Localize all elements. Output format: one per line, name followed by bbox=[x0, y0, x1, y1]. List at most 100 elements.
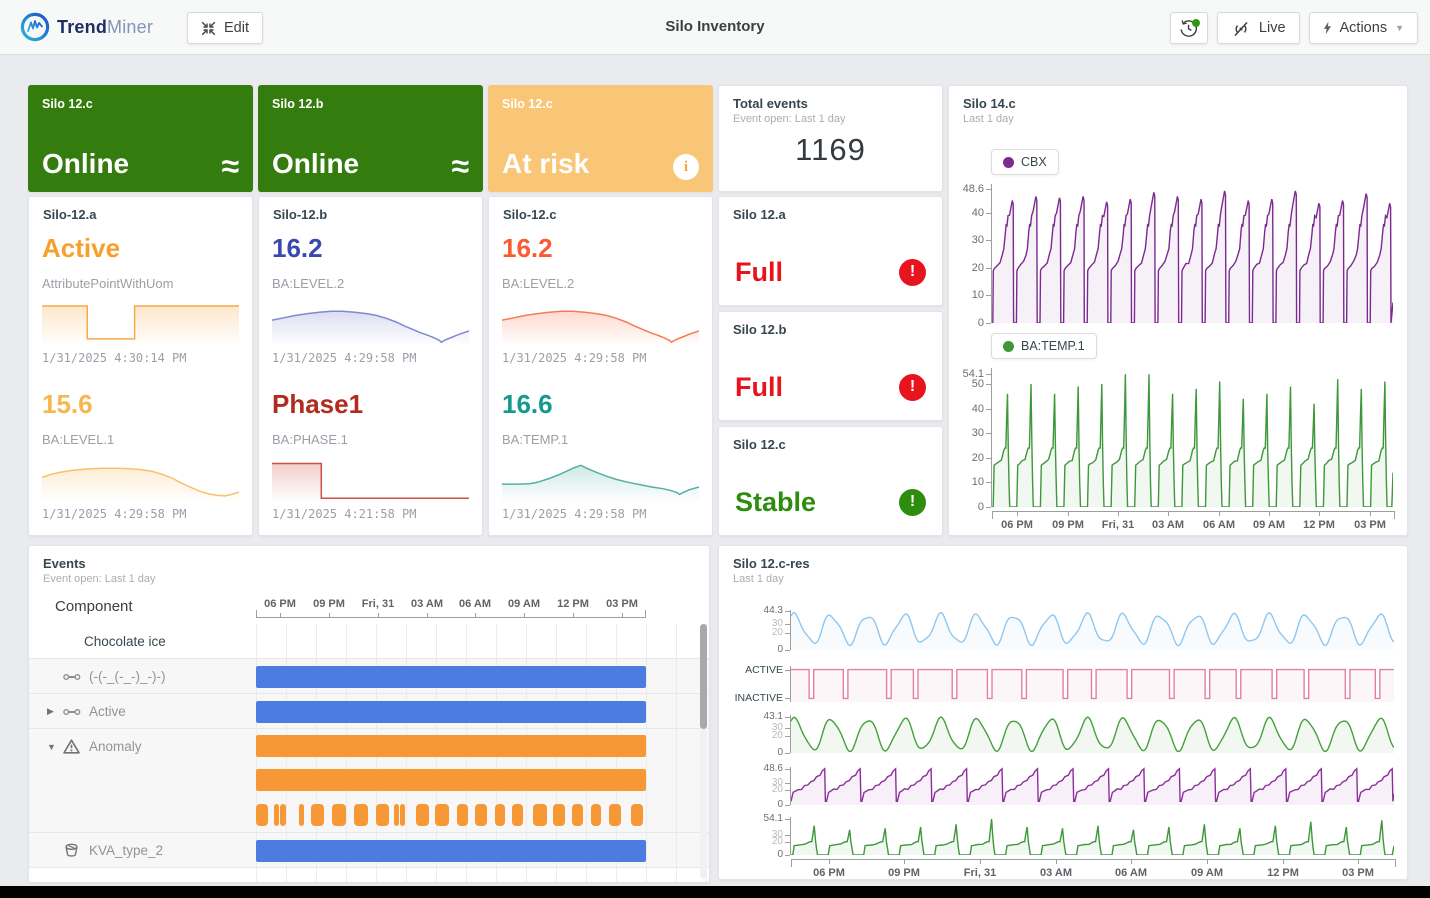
gantt-segment[interactable] bbox=[394, 804, 399, 826]
event-row-partial[interactable] bbox=[29, 868, 709, 882]
banner-title: Silo 12.b bbox=[272, 97, 323, 111]
gantt-segment[interactable] bbox=[572, 804, 584, 826]
x-axis-tick-label: 03 PM bbox=[1342, 867, 1374, 879]
event-row-kva-type-2[interactable]: KVA_type_2 bbox=[29, 833, 709, 868]
gantt-segment[interactable] bbox=[435, 804, 448, 826]
gantt-segment[interactable] bbox=[533, 804, 546, 826]
gantt-segment[interactable] bbox=[376, 804, 389, 826]
legend-chip-cbx[interactable]: CBX bbox=[991, 149, 1059, 175]
tile-silo-12b-banner[interactable]: Silo 12.b Online ≈ bbox=[258, 85, 483, 192]
strip-chart-res5[interactable] bbox=[791, 817, 1394, 855]
tile-silo-12a-status[interactable]: Silo 12.a Full ! bbox=[718, 196, 943, 306]
y-axis-tick-label: 20 bbox=[772, 836, 783, 848]
gantt-segment[interactable] bbox=[299, 804, 304, 826]
gantt-segment[interactable] bbox=[495, 804, 505, 826]
y-axis-tick-label: 0 bbox=[978, 501, 984, 513]
tile-silo-12c-risk-banner[interactable]: Silo 12.c At risk i bbox=[488, 85, 713, 192]
metric-label: BA:LEVEL.2 bbox=[502, 276, 574, 291]
gantt-segment[interactable] bbox=[475, 804, 487, 826]
lightning-icon bbox=[1323, 21, 1332, 35]
banner-value: Online bbox=[272, 148, 359, 180]
tile-silo-14c[interactable]: Silo 14.c Last 1 day CBX 48.6403020100 B… bbox=[948, 85, 1408, 536]
gantt-segment[interactable] bbox=[631, 804, 643, 826]
x-axis-tick-label: 03 AM bbox=[1040, 867, 1072, 879]
caret-down-icon[interactable]: ▼ bbox=[47, 742, 63, 752]
chart-cbx[interactable] bbox=[992, 184, 1393, 323]
event-row-chocolate-ice[interactable]: Chocolate ice bbox=[29, 624, 709, 659]
status-value: Stable bbox=[735, 487, 816, 518]
tile-silo-12c-metrics[interactable]: Silo-12.c 16.2 BA:LEVEL.2 1/31/2025 4:29… bbox=[488, 196, 713, 536]
tile-silo-12c-banner[interactable]: Silo 12.c Online ≈ bbox=[28, 85, 253, 192]
gantt-segment[interactable] bbox=[591, 804, 601, 826]
y-axis-tick-label: 10 bbox=[972, 289, 984, 301]
gantt-segment[interactable] bbox=[274, 804, 280, 826]
legend-dot bbox=[1003, 341, 1014, 352]
gantt-bar[interactable] bbox=[256, 769, 646, 791]
tile-silo-12b-status[interactable]: Silo 12.b Full ! bbox=[718, 311, 943, 421]
gantt-segments[interactable] bbox=[256, 797, 709, 833]
gantt-segment[interactable] bbox=[400, 804, 406, 826]
gantt-segment[interactable] bbox=[609, 804, 621, 826]
gantt-bar[interactable] bbox=[256, 701, 646, 723]
actions-button[interactable]: Actions ▼ bbox=[1309, 12, 1418, 44]
history-clock-button[interactable] bbox=[1170, 12, 1208, 44]
event-row-emoticon[interactable]: (-(-_(-_-)_-)-) bbox=[29, 659, 709, 694]
scrollbar-thumb[interactable] bbox=[700, 624, 707, 729]
metric-label: AttributePointWithUom bbox=[42, 276, 174, 291]
gantt-segment[interactable] bbox=[280, 804, 287, 826]
tile-subtitle: Last 1 day bbox=[963, 113, 1014, 125]
row-label: Chocolate ice bbox=[29, 624, 256, 659]
gantt-bar[interactable] bbox=[256, 735, 646, 757]
strip-chart-res1[interactable] bbox=[791, 610, 1394, 650]
tile-title: Silo 12.a bbox=[733, 207, 786, 222]
legend-chip-ba-temp-1[interactable]: BA:TEMP.1 bbox=[991, 333, 1097, 359]
gantt-segment[interactable] bbox=[457, 804, 469, 826]
events-scrollbar[interactable] bbox=[700, 624, 707, 879]
gantt-segment[interactable] bbox=[354, 804, 367, 826]
metric-value: 16.6 bbox=[502, 389, 553, 420]
strip-chart-res2[interactable] bbox=[791, 666, 1394, 702]
tile-events[interactable]: Events Event open: Last 1 day Component … bbox=[28, 545, 710, 883]
x-axis-tick-label: 12 PM bbox=[557, 598, 589, 610]
y-axis-cbx: 48.6403020100 bbox=[957, 184, 992, 323]
row-label: KVA_type_2 bbox=[89, 843, 163, 858]
tile-silo-12b-metrics[interactable]: Silo-12.b 16.2 BA:LEVEL.2 1/31/2025 4:29… bbox=[258, 196, 483, 536]
gantt-segment[interactable] bbox=[311, 804, 324, 826]
gantt-segment[interactable] bbox=[332, 804, 345, 826]
event-row-active[interactable]: ▶ Active bbox=[29, 694, 709, 729]
interval-icon bbox=[63, 707, 89, 717]
y-axis-temp: 54.150403020100 bbox=[957, 368, 992, 507]
gantt-bar[interactable] bbox=[256, 840, 646, 862]
x-axis-tick-label: 12 PM bbox=[1267, 867, 1299, 879]
row-label: Anomaly bbox=[89, 739, 142, 754]
gantt-segment[interactable] bbox=[256, 804, 268, 826]
sparkline-canvas bbox=[42, 299, 239, 346]
x-axis-tick-label: 03 PM bbox=[606, 598, 638, 610]
tile-silo-12c-res[interactable]: Silo 12.c-res Last 1 day 44.330200 ACTIV… bbox=[718, 545, 1408, 880]
chart-ba-temp-1[interactable] bbox=[992, 368, 1393, 507]
tile-silo-12a-metrics[interactable]: Silo-12.a Active AttributePointWithUom 1… bbox=[28, 196, 253, 536]
banner-value: Online bbox=[42, 148, 129, 180]
y-axis-tick-label: 40 bbox=[972, 207, 984, 219]
metric-timestamp: 1/31/2025 4:21:58 PM bbox=[272, 507, 417, 521]
live-button[interactable]: Live bbox=[1217, 12, 1300, 44]
gantt-segment[interactable] bbox=[512, 804, 524, 826]
strip-chart-res4[interactable] bbox=[791, 767, 1394, 805]
tile-subtitle: Last 1 day bbox=[733, 573, 784, 585]
gantt-segment[interactable] bbox=[416, 804, 429, 826]
event-row-anomaly[interactable]: ▼ Anomaly bbox=[29, 729, 709, 833]
strip-chart-res3[interactable] bbox=[791, 715, 1394, 753]
tile-silo-12c-status[interactable]: Silo 12.c Stable ! bbox=[718, 426, 943, 536]
sparkline-canvas bbox=[502, 455, 699, 502]
gantt-segment[interactable] bbox=[553, 804, 565, 826]
metric-timestamp: 1/31/2025 4:29:58 PM bbox=[272, 351, 417, 365]
legend-label: CBX bbox=[1021, 155, 1047, 169]
caret-right-icon[interactable]: ▶ bbox=[47, 706, 63, 717]
metric-label: BA:PHASE.1 bbox=[272, 432, 348, 447]
sparkline-canvas bbox=[272, 299, 469, 346]
gantt-bar[interactable] bbox=[256, 666, 646, 688]
metric-sparkline bbox=[42, 455, 239, 502]
x-axis-silo-12c-res: 06 PM09 PMFri, 3103 AM06 AM09 AM12 PM03 … bbox=[791, 859, 1396, 883]
x-axis-tick-label: 06 PM bbox=[1001, 519, 1033, 531]
tile-total-events[interactable]: Total events Event open: Last 1 day 1169 bbox=[718, 85, 943, 192]
